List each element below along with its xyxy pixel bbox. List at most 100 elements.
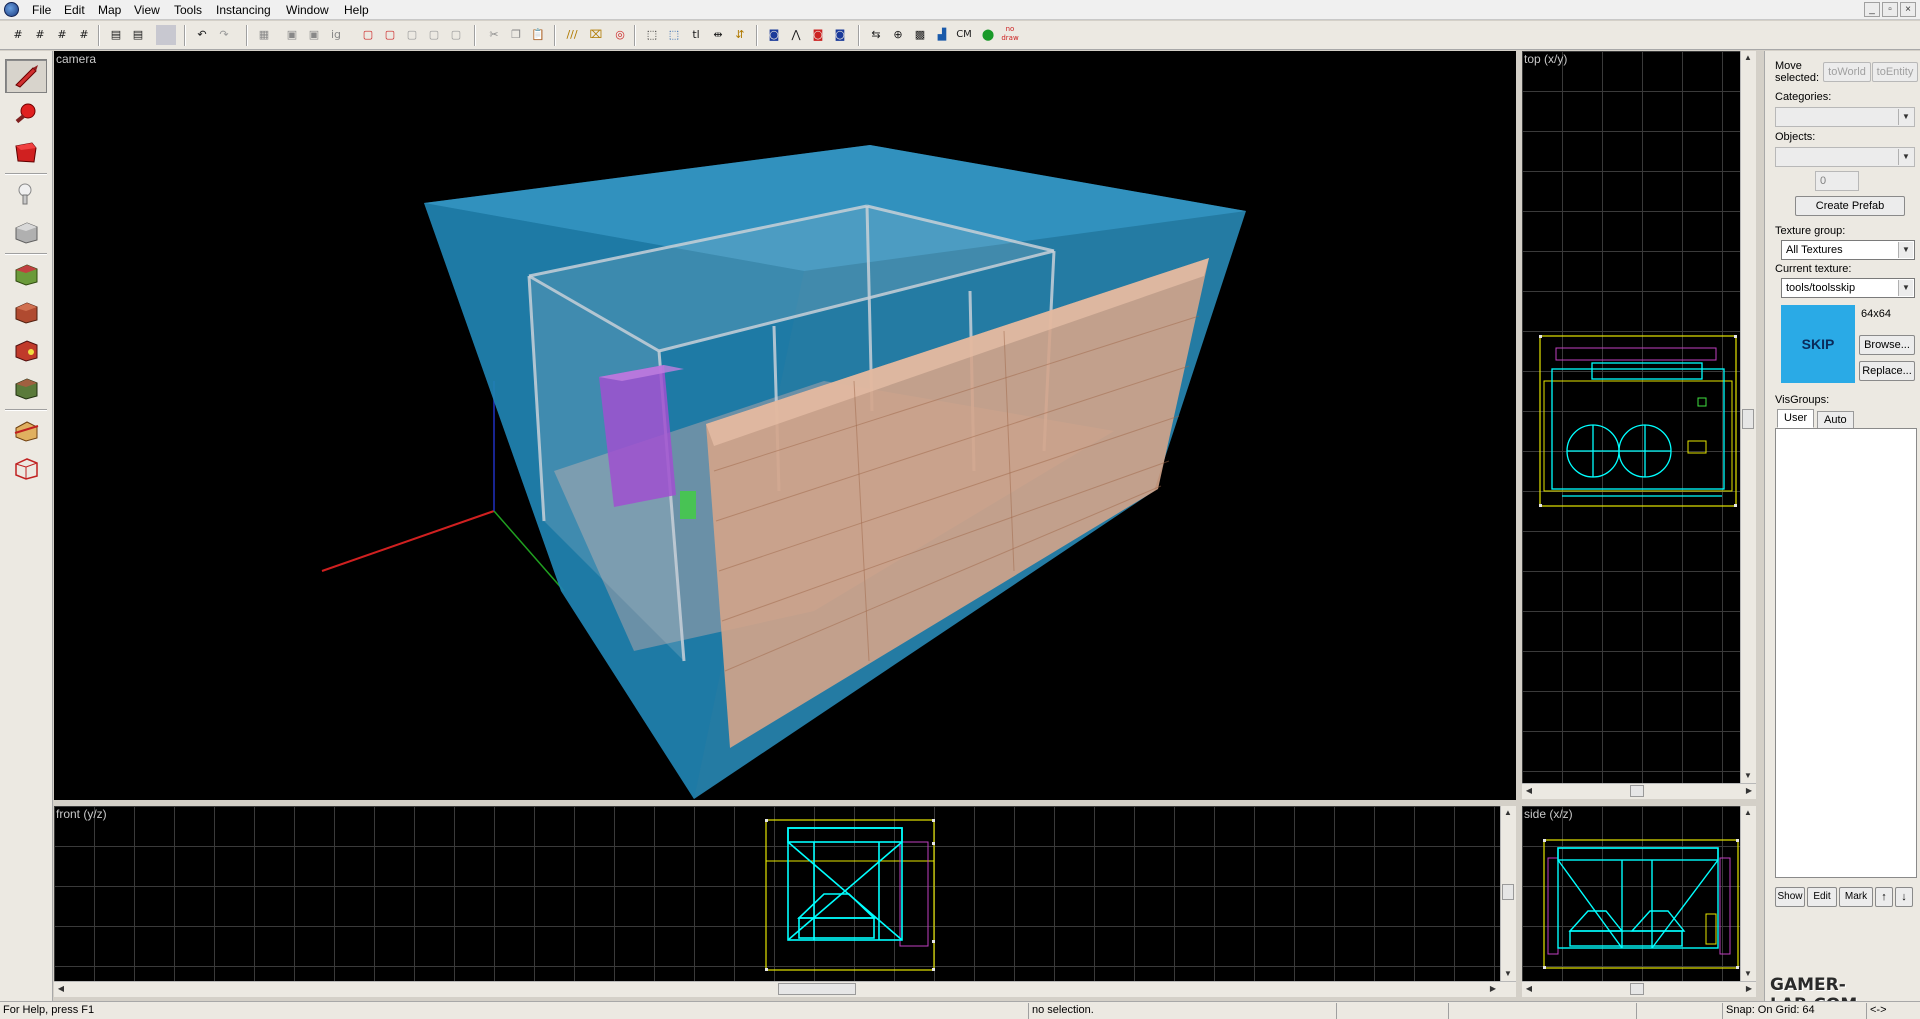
front-vertical-scrollbar[interactable]: ▲ ▼ — [1500, 806, 1516, 981]
toggle-texlock-icon[interactable]: tl — [686, 25, 706, 45]
scroll-left-icon[interactable]: ◀ — [54, 982, 68, 996]
load-window-state-icon[interactable]: ▤ — [106, 25, 126, 45]
edit-button[interactable]: Edit — [1807, 887, 1837, 907]
front-viewport[interactable]: front (y/z) — [54, 806, 1516, 981]
restore-button[interactable]: ▫ — [1882, 2, 1898, 17]
grid-toggle-icon[interactable]: # — [8, 25, 28, 45]
close-button[interactable]: × — [1900, 2, 1916, 17]
top-vertical-scrollbar[interactable]: ▲ ▼ — [1740, 51, 1756, 783]
apply-decals-tool[interactable] — [5, 333, 47, 367]
hammer-app-icon[interactable] — [4, 2, 19, 17]
scroll-right-icon[interactable]: ▶ — [1742, 982, 1756, 996]
selection-tool[interactable] — [5, 59, 47, 93]
toggle-texture-application-tool[interactable] — [5, 257, 47, 291]
cordon-mode-button[interactable]: CM — [954, 25, 974, 45]
apply-current-texture-tool[interactable] — [5, 295, 47, 329]
nodraw-toggle-button[interactable]: no draw — [1000, 25, 1020, 45]
move-up-button[interactable]: ↑ — [1875, 887, 1893, 907]
toggle-models-icon[interactable]: ⊕ — [888, 25, 908, 45]
toggle-groups-icon[interactable]: ▩ — [910, 25, 930, 45]
scroll-thumb[interactable] — [778, 983, 856, 995]
scroll-up-icon[interactable]: ▲ — [1501, 806, 1515, 820]
side-horizontal-scrollbar[interactable]: ◀ ▶ — [1522, 981, 1756, 997]
visgroups-list[interactable] — [1775, 428, 1917, 878]
selection-box-icon[interactable]: ⬚ — [642, 25, 662, 45]
radius-culling-icon[interactable]: ◎ — [610, 25, 630, 45]
move-to-visgroup-icon[interactable]: ▢ — [424, 25, 444, 45]
ungroup-icon[interactable]: ▣ — [304, 25, 324, 45]
camera-tool[interactable] — [5, 135, 47, 169]
map-properties-icon[interactable]: ◙ — [830, 25, 850, 45]
side-viewport[interactable]: side (x/z) ▲ ▼ — [1522, 806, 1756, 981]
scroll-down-icon[interactable]: ▼ — [1741, 967, 1755, 981]
undo-icon[interactable]: ↶ — [192, 25, 212, 45]
scroll-thumb[interactable] — [1502, 884, 1514, 900]
scroll-left-icon[interactable]: ◀ — [1522, 982, 1536, 996]
menu-tools[interactable]: Tools — [172, 3, 204, 17]
scroll-left-icon[interactable]: ◀ — [1522, 784, 1536, 798]
toggle-connections-icon[interactable]: ▟ — [932, 25, 952, 45]
menu-window[interactable]: Window — [284, 3, 331, 17]
scroll-up-icon[interactable]: ▲ — [1741, 806, 1755, 820]
apply-overlays-tool[interactable] — [5, 371, 47, 405]
scroll-up-icon[interactable]: ▲ — [1741, 51, 1755, 65]
cut-icon[interactable]: ✂ — [484, 25, 504, 45]
hide-selected-icon[interactable]: ▢ — [358, 25, 378, 45]
mark-button[interactable]: Mark — [1839, 887, 1873, 907]
scroll-thumb[interactable] — [1630, 785, 1644, 797]
check-problems-icon[interactable]: ⋀ — [786, 25, 806, 45]
scroll-down-icon[interactable]: ▼ — [1741, 769, 1755, 783]
top-horizontal-scrollbar[interactable]: ◀ ▶ — [1522, 783, 1756, 799]
show-button[interactable]: Show — [1775, 887, 1805, 907]
front-horizontal-scrollbar[interactable]: ◀ ▶ — [54, 981, 1516, 997]
scroll-thumb[interactable] — [1742, 409, 1754, 429]
flip-icon[interactable]: ⇵ — [730, 25, 750, 45]
objects-dropdown[interactable]: ▼ — [1775, 147, 1915, 167]
ignore-grouping-icon[interactable]: ig — [326, 25, 346, 45]
clipping-tool[interactable] — [5, 413, 47, 447]
menu-map[interactable]: Map — [96, 3, 123, 17]
scroll-right-icon[interactable]: ▶ — [1486, 982, 1500, 996]
grid-smaller-icon[interactable]: # — [52, 25, 72, 45]
scroll-thumb[interactable] — [1630, 983, 1644, 995]
move-down-button[interactable]: ↓ — [1895, 887, 1913, 907]
copy-icon[interactable]: ❐ — [506, 25, 526, 45]
top-viewport[interactable]: top (x/y) ▲ ▼ — [1522, 51, 1756, 783]
entity-tool[interactable] — [5, 177, 47, 211]
menu-edit[interactable]: Edit — [62, 3, 87, 17]
toggle-helpers-icon[interactable]: ⇆ — [866, 25, 886, 45]
scroll-right-icon[interactable]: ▶ — [1742, 784, 1756, 798]
magnify-tool[interactable] — [5, 97, 47, 131]
create-prefab-button[interactable]: Create Prefab — [1795, 196, 1905, 216]
to-world-button[interactable]: toWorld — [1823, 62, 1871, 82]
object-count-spinner[interactable]: 0 — [1815, 171, 1859, 191]
current-texture-dropdown[interactable]: tools/toolsskip ▼ — [1781, 278, 1915, 298]
unhide-all-icon[interactable]: ▢ — [402, 25, 422, 45]
toggle-displacements-icon[interactable]: ⬤ — [978, 25, 998, 45]
align-icon[interactable]: ⇹ — [708, 25, 728, 45]
minimize-button[interactable]: _ — [1864, 2, 1880, 17]
menu-file[interactable]: File — [30, 3, 53, 17]
block-tool[interactable] — [5, 215, 47, 249]
redo-icon[interactable]: ↷ — [214, 25, 234, 45]
vertex-tool[interactable] — [5, 451, 47, 485]
texture-lock-icon[interactable]: /// — [562, 25, 582, 45]
save-window-state-icon[interactable]: ▤ — [128, 25, 148, 45]
categories-dropdown[interactable]: ▼ — [1775, 107, 1915, 127]
side-vertical-scrollbar[interactable]: ▲ ▼ — [1740, 806, 1756, 981]
to-entity-button[interactable]: toEntity — [1872, 62, 1918, 82]
group-icon[interactable]: ▣ — [282, 25, 302, 45]
browse-button[interactable]: Browse... — [1859, 335, 1915, 355]
camera-viewport[interactable]: camera — [54, 51, 1516, 800]
texture-scaling-lock-icon[interactable]: ⌧ — [586, 25, 606, 45]
grid-larger-icon[interactable]: # — [74, 25, 94, 45]
menu-view[interactable]: View — [132, 3, 162, 17]
scroll-down-icon[interactable]: ▼ — [1501, 967, 1515, 981]
carve-icon[interactable]: ▦ — [254, 25, 274, 45]
replace-button[interactable]: Replace... — [1859, 361, 1915, 381]
run-map-icon[interactable]: ◙ — [808, 25, 828, 45]
tab-user[interactable]: User — [1777, 409, 1815, 428]
menu-instancing[interactable]: Instancing — [214, 3, 273, 17]
paste-icon[interactable]: 📋 — [528, 25, 548, 45]
entity-report-icon[interactable]: ◙ — [764, 25, 784, 45]
